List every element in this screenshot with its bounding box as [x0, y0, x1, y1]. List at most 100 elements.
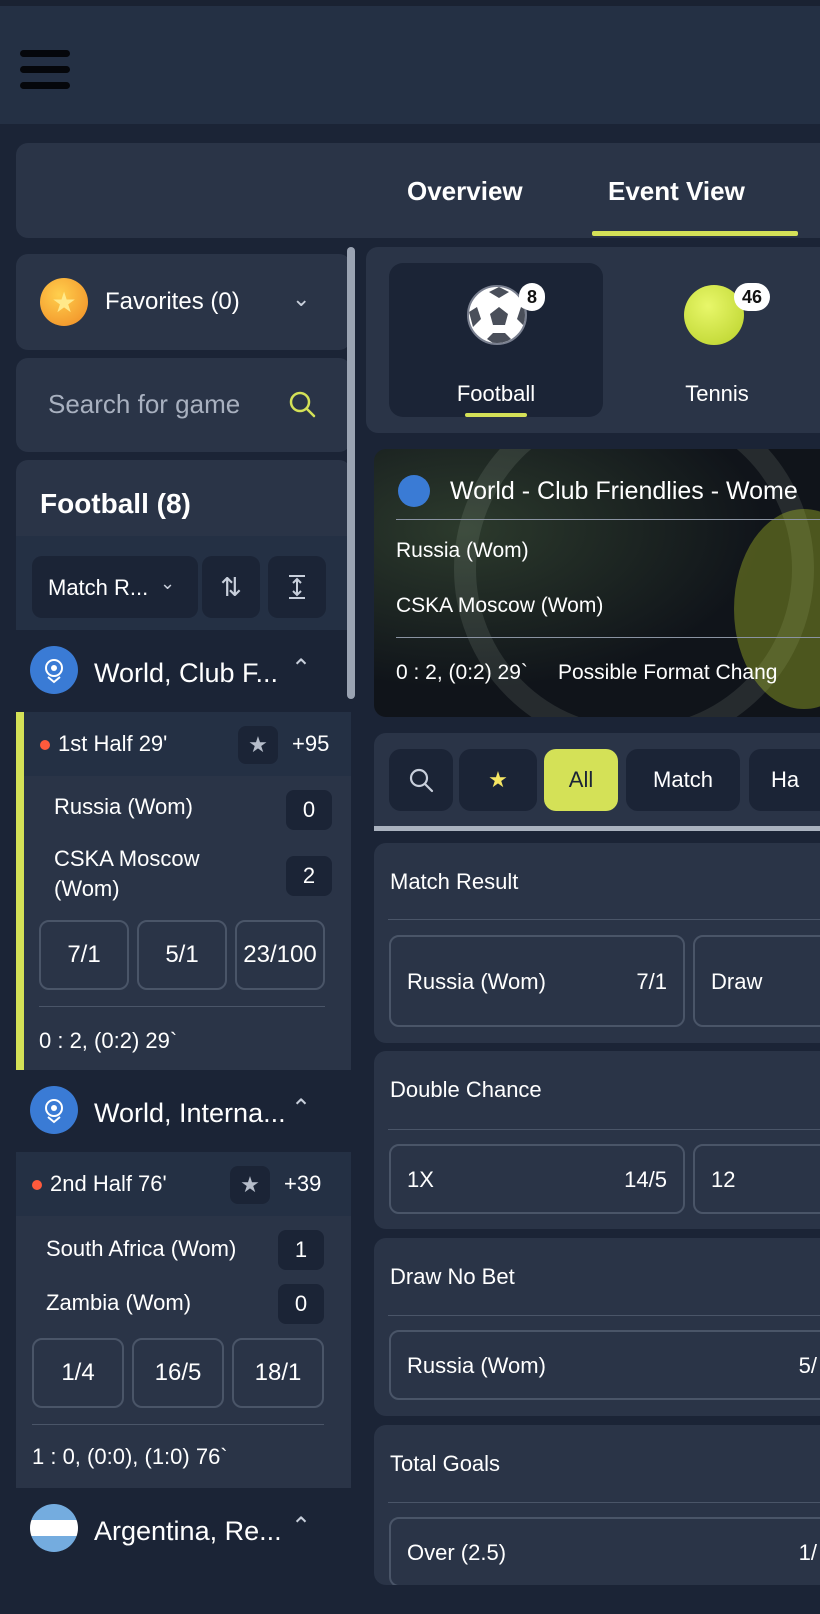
odd-away-button[interactable]: 18/1	[232, 1338, 324, 1408]
match-result: 0 : 2, (0:2) 29`	[39, 1028, 178, 1053]
market-favorites-button[interactable]: ★	[459, 749, 537, 811]
market-double-chance: Double Chance 1X 14/5 12	[374, 1051, 820, 1229]
event-title: World - Club Friendlies - Wome	[450, 477, 798, 505]
chevron-up-icon: ⌃	[291, 655, 312, 682]
market-type-select[interactable]: Match R... ⌄	[32, 556, 198, 618]
selection-button[interactable]: Russia (Wom) 5/	[389, 1330, 820, 1400]
divider	[32, 1424, 324, 1425]
sport-count-badge: 46	[734, 283, 771, 311]
selection-button[interactable]: 12	[693, 1144, 820, 1214]
chevron-up-icon: ⌃	[291, 1513, 312, 1540]
selection-odd: 14/5	[624, 1167, 667, 1192]
odd-home-button[interactable]: 7/1	[39, 920, 129, 990]
selection-button[interactable]: Draw	[693, 935, 820, 1027]
league-header[interactable]: Argentina, Re... ⌃	[16, 1488, 351, 1578]
team-away: CSKA Moscow (Wom)	[54, 846, 200, 901]
more-markets-count[interactable]: +39	[284, 1171, 321, 1197]
sport-item-football[interactable]: 8 Football	[389, 263, 603, 417]
match-card[interactable]: 2nd Half 76' ★ +39 South Africa (Wom) 1 …	[16, 1152, 351, 1488]
match-header: 2nd Half 76' ★ +39	[16, 1152, 351, 1216]
selection-button[interactable]: 1X 14/5	[389, 1144, 685, 1214]
selection-button[interactable]: Russia (Wom) 7/1	[389, 935, 685, 1027]
sort-icon: ⇅	[220, 571, 242, 602]
market-title: Draw No Bet	[390, 1264, 515, 1289]
sports-selector: 8 Football 46 Tennis	[366, 247, 820, 433]
selection-odd: 1/	[798, 1540, 817, 1565]
favorite-star-button[interactable]: ★	[238, 726, 278, 764]
divider	[388, 1315, 820, 1316]
active-tab-indicator	[592, 231, 798, 236]
search-icon[interactable]	[288, 390, 316, 418]
selection-label: Russia (Wom)	[407, 1353, 546, 1378]
market-filter-all[interactable]: All	[544, 749, 618, 811]
odd-draw-button[interactable]: 16/5	[132, 1338, 224, 1408]
league-name: World, Interna...	[94, 1098, 286, 1128]
tab-event-view[interactable]: Event View	[608, 176, 745, 207]
market-match-result: Match Result Russia (Wom) 7/1 Draw	[374, 843, 820, 1043]
tab-overview[interactable]: Overview	[407, 176, 523, 207]
league-header[interactable]: World, Interna... ⌃	[16, 1070, 351, 1152]
sidebar-scrollbar[interactable]	[347, 247, 355, 699]
selection-label: Over (2.5)	[407, 1540, 507, 1565]
sport-section-title: Football (8)	[40, 488, 191, 519]
event-score: 0 : 2, (0:2) 29`	[396, 661, 528, 684]
argentina-flag-icon	[30, 1504, 78, 1552]
trophy-icon	[398, 475, 430, 507]
menu-icon[interactable]	[20, 50, 72, 90]
market-filter-match[interactable]: Match	[626, 749, 740, 811]
event-card[interactable]: World - Club Friendlies - Wome Russia (W…	[374, 449, 820, 717]
divider	[388, 1502, 820, 1503]
live-dot-icon	[40, 740, 50, 750]
market-type-value: Match R...	[48, 575, 149, 600]
market-filters: ★ All Match Ha	[374, 733, 820, 831]
trophy-icon	[30, 646, 78, 694]
divider	[396, 637, 820, 638]
collapse-all-button[interactable]	[268, 556, 326, 618]
divider	[388, 1129, 820, 1130]
chevron-down-icon: ⌄	[292, 286, 311, 311]
odd-home-button[interactable]: 1/4	[32, 1338, 124, 1408]
score-home: 0	[286, 790, 332, 830]
more-markets-count[interactable]: +95	[292, 731, 329, 757]
star-icon: ★	[488, 767, 508, 792]
team-away: Zambia (Wom)	[46, 1290, 192, 1315]
view-tabs: Overview Event View	[16, 143, 820, 238]
event-note: Possible Format Chang	[558, 661, 778, 684]
chevron-up-icon: ⌃	[291, 1095, 312, 1122]
market-filter-half[interactable]: Ha	[749, 749, 820, 811]
match-header: 1st Half 29' ★ +95	[24, 712, 351, 776]
market-draw-no-bet: Draw No Bet Russia (Wom) 5/	[374, 1238, 820, 1416]
search-input[interactable]	[48, 384, 278, 424]
favorite-star-button[interactable]: ★	[230, 1166, 270, 1204]
match-card[interactable]: 1st Half 29' ★ +95 Russia (Wom) 0 CSKA M…	[16, 712, 351, 1070]
sport-count-badge: 8	[519, 283, 546, 311]
odd-draw-button[interactable]: 5/1	[137, 920, 227, 990]
live-dot-icon	[32, 1180, 42, 1190]
team-home: South Africa (Wom)	[46, 1236, 237, 1261]
odd-away-button[interactable]: 23/100	[235, 920, 325, 990]
market-search-button[interactable]	[389, 749, 453, 811]
favorites-star-icon: ★	[40, 278, 88, 326]
star-icon: ★	[248, 732, 268, 757]
search-box	[16, 358, 351, 452]
selection-label: Draw	[711, 969, 763, 994]
score-away: 0	[278, 1284, 324, 1324]
sort-button[interactable]: ⇅	[202, 556, 260, 618]
team-home: Russia (Wom)	[54, 794, 193, 819]
score-home: 1	[278, 1230, 324, 1270]
match-status: 1st Half 29'	[58, 731, 168, 756]
trophy-icon	[30, 1086, 78, 1134]
favorites-toggle[interactable]: ★ Favorites (0) ⌄	[16, 254, 351, 350]
event-team-away: CSKA Moscow (Wom)	[396, 594, 604, 617]
selection-label: 1X	[407, 1167, 434, 1192]
collapse-icon	[289, 575, 305, 599]
market-title: Match Result	[390, 869, 519, 894]
sport-item-tennis[interactable]: 46 Tennis	[610, 263, 820, 417]
market-title: Double Chance	[390, 1077, 542, 1102]
search-icon	[409, 768, 434, 793]
league-header[interactable]: World, Club F... ⌃	[16, 630, 351, 712]
match-result: 1 : 0, (0:0), (1:0) 76`	[32, 1444, 228, 1469]
selection-button[interactable]: Over (2.5) 1/	[389, 1517, 820, 1585]
match-status: 2nd Half 76'	[50, 1171, 167, 1196]
favorites-label: Favorites (0)	[105, 288, 240, 315]
